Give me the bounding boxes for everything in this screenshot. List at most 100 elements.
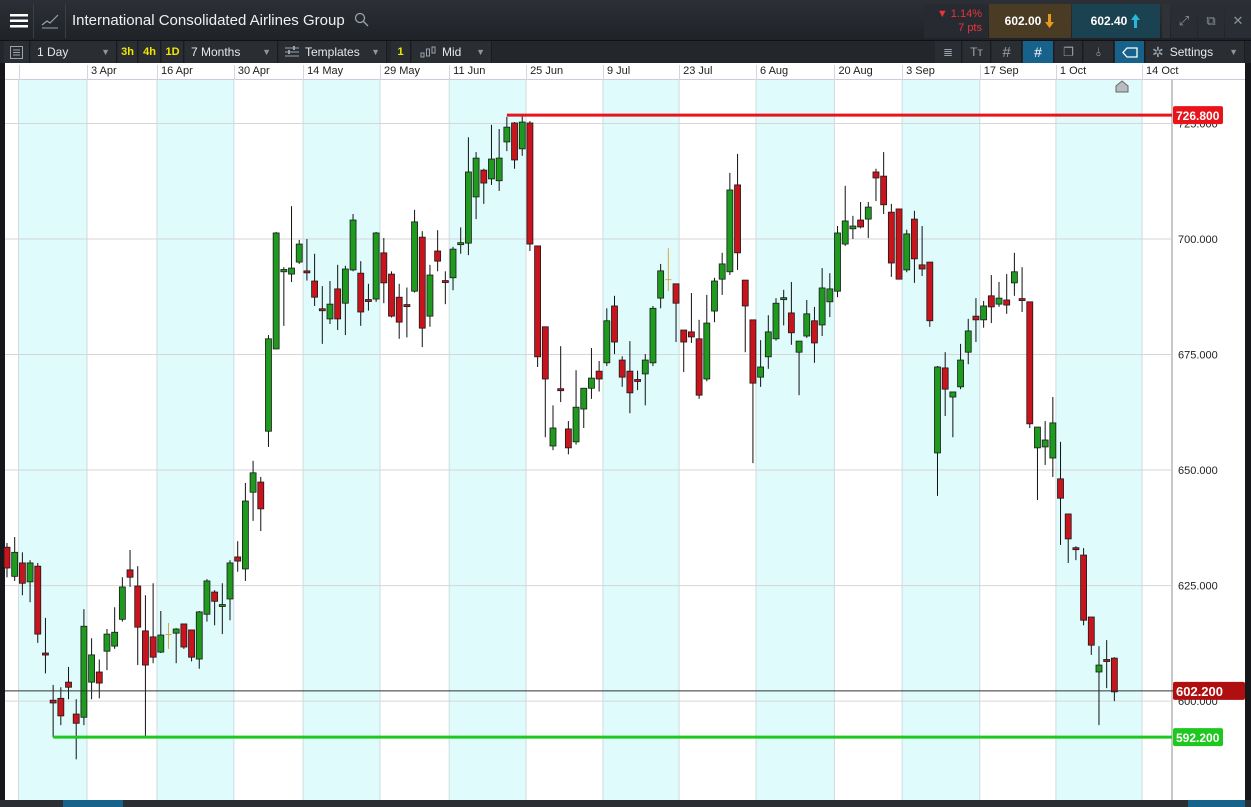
candle-body xyxy=(1072,547,1080,551)
candle-body xyxy=(980,305,988,321)
candle-body xyxy=(265,338,272,432)
interval-4h-button[interactable]: 4h xyxy=(139,41,161,63)
candle-body xyxy=(403,304,411,307)
crosshair-grid-icon[interactable]: # xyxy=(1023,41,1054,63)
candle-body xyxy=(603,320,611,364)
candle-body xyxy=(1110,657,1118,693)
candle-body xyxy=(1095,664,1103,673)
candle-body xyxy=(841,220,849,245)
candle-body xyxy=(11,551,19,577)
candle-body xyxy=(918,264,926,270)
horizontal-scrollbar[interactable] xyxy=(0,800,1251,807)
date-tick-label: 14 May xyxy=(303,65,343,80)
list-icon[interactable] xyxy=(4,41,30,63)
range-dropdown[interactable]: 7 Months ▼ xyxy=(185,41,278,63)
indicator-icon[interactable]: ⫰ xyxy=(1084,41,1114,63)
candlestick-chart[interactable]: 725.000700.000675.000650.000625.000600.0… xyxy=(0,80,1245,800)
candle-body xyxy=(849,225,857,230)
date-tick-label xyxy=(18,65,23,80)
candle xyxy=(649,305,657,367)
close-icon[interactable]: ✕ xyxy=(1225,4,1251,38)
resistance-price-label: 726.800 xyxy=(1176,109,1220,123)
date-axis: 3 Apr 16 Apr 30 Apr 14 May 29 May 11 Jun 25 Ju… xyxy=(5,63,1245,80)
candle-body xyxy=(480,169,488,184)
candle-body xyxy=(1103,659,1111,662)
candle-body xyxy=(503,126,511,143)
candle-body xyxy=(557,388,565,392)
interval-1d-button[interactable]: 1D xyxy=(162,41,184,63)
candle-body xyxy=(88,654,95,683)
candle-body xyxy=(388,273,395,317)
candle-body xyxy=(718,263,726,280)
candle-body xyxy=(318,308,326,312)
candle-body xyxy=(657,270,665,299)
price-scale-icon[interactable]: ≣ xyxy=(935,41,962,63)
candle-body xyxy=(941,367,949,390)
templates-icon xyxy=(285,46,299,57)
candle-body xyxy=(987,295,995,308)
price-label-icon[interactable] xyxy=(1115,41,1145,63)
candle-body xyxy=(172,628,180,634)
scroll-segment[interactable] xyxy=(63,800,123,807)
sell-button[interactable]: 602.00 xyxy=(989,4,1071,38)
candle-body xyxy=(334,288,342,320)
grid-icon[interactable]: # xyxy=(992,41,1022,63)
candle xyxy=(1080,548,1087,626)
candle-body xyxy=(411,221,418,292)
scroll-segment[interactable] xyxy=(1188,800,1245,807)
interval-dropdown[interactable]: 1 Day ▼ xyxy=(31,41,117,63)
candle xyxy=(34,562,42,643)
candle xyxy=(895,208,903,280)
candle-body xyxy=(795,340,803,353)
search-icon[interactable] xyxy=(354,12,369,31)
time-band xyxy=(449,80,527,800)
candle-body xyxy=(1003,299,1011,306)
menu-button[interactable] xyxy=(4,4,34,38)
price-tick-label: 675.000 xyxy=(1178,350,1218,362)
settings-label: Settings xyxy=(1169,45,1214,59)
date-tick-label: 3 Apr xyxy=(86,65,117,80)
date-tick-label: 3 Sep xyxy=(902,65,935,80)
candle-body xyxy=(241,500,249,570)
right-border xyxy=(1245,63,1251,800)
candle-body xyxy=(995,297,1003,305)
drag-grip-icon[interactable] xyxy=(1162,4,1170,38)
candle-body xyxy=(772,302,780,340)
interval-3h-button[interactable]: 3h xyxy=(118,41,138,63)
buy-button[interactable]: 602.40 xyxy=(1072,4,1160,38)
count-button[interactable]: 1 xyxy=(391,41,411,63)
settings-dropdown[interactable]: ✲ Settings ▼ xyxy=(1146,41,1245,63)
templates-dropdown[interactable]: Templates ▼ xyxy=(279,41,387,63)
candle-body xyxy=(188,629,195,658)
candle-body xyxy=(749,319,757,384)
candle-body xyxy=(803,313,811,337)
candle-body xyxy=(1010,271,1018,284)
arrow-up-icon xyxy=(1131,14,1141,28)
candle-body xyxy=(34,565,42,635)
hamburger-icon xyxy=(9,14,28,28)
candle-body xyxy=(449,248,457,279)
expand-icon[interactable]: ⤢ xyxy=(1171,4,1197,38)
candle-body xyxy=(326,303,334,320)
chart-type-button[interactable] xyxy=(34,4,66,38)
candle-body xyxy=(118,586,126,620)
candle-body xyxy=(649,307,657,364)
candle-body xyxy=(626,370,634,394)
chevron-down-icon: ▼ xyxy=(262,47,271,57)
date-tick-label: 11 Jun xyxy=(449,65,485,80)
candlestick-icon xyxy=(420,46,436,57)
candle-body xyxy=(734,184,741,254)
candle xyxy=(80,609,88,726)
home-marker-icon[interactable] xyxy=(1115,80,1129,93)
candle-body xyxy=(588,377,595,389)
instrument-title[interactable]: International Consolidated Airlines Grou… xyxy=(72,12,345,29)
popout-icon[interactable]: ⧉ xyxy=(1198,4,1224,38)
candle-body xyxy=(964,330,972,353)
candle-body xyxy=(857,219,864,228)
candle-body xyxy=(818,287,826,326)
candle xyxy=(388,271,395,318)
layers-icon[interactable]: ❐ xyxy=(1055,41,1083,63)
text-size-icon[interactable]: Tт xyxy=(963,41,991,63)
candle-body xyxy=(534,245,542,358)
price-type-dropdown[interactable]: Mid ▼ xyxy=(412,41,492,63)
